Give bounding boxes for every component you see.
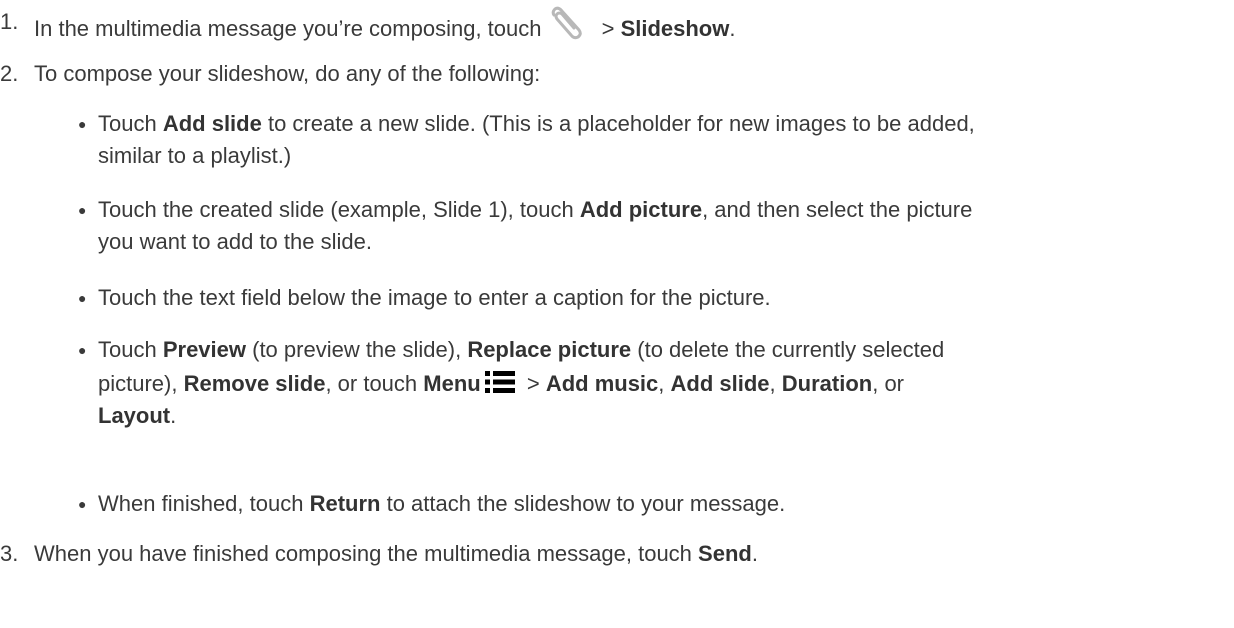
add-picture-label: Add picture [579,197,703,222]
step-2-text: To compose your slideshow, do any of the… [34,61,541,86]
bullet-line: Touch Preview (to preview the slide), Re… [98,334,1098,366]
text: Touch [98,337,163,362]
step-number: 3. [0,541,19,566]
step-number: 2. [0,61,19,86]
bullet-add-picture: ● Touch the created slide (example, Slid… [78,194,1098,258]
paperclip-icon [549,6,589,40]
bullet-dot: ● [78,496,87,512]
text: to attach the slideshow to your message. [380,491,786,516]
step-text: In the multimedia message you’re composi… [34,6,735,45]
text: When finished, touch [98,491,310,516]
bullet-line: you want to add to the slide. [98,229,372,254]
text: , [769,371,782,396]
text: (to delete the currently selected [631,337,945,362]
text: Touch the created slide (example, Slide … [98,197,580,222]
bullet-line: Layout. [98,400,1098,432]
text: , or [872,371,905,396]
gt-separator: > [520,371,546,396]
preview-label: Preview [162,337,246,362]
text: picture), [98,371,184,396]
duration-label: Duration [781,371,873,396]
bullet-caption: ● Touch the text field below the image t… [78,282,1098,314]
return-label: Return [309,491,381,516]
text: Touch [98,111,163,136]
bullet-preview: ● Touch Preview (to preview the slide), … [78,334,1098,432]
add-slide-label: Add slide [162,111,262,136]
bullet-dot: ● [78,342,87,358]
bullet-line: picture), Remove slide, or touch Menu > … [98,368,1098,400]
add-music-label: Add music [545,371,659,396]
bullet-line: When finished, touch Return to attach th… [98,488,1098,520]
add-slide-label: Add slide [670,371,770,396]
period: . [729,16,736,41]
text: (to preview the slide), [246,337,468,362]
remove-slide-label: Remove slide [183,371,326,396]
period: . [751,541,758,566]
period: . [170,403,177,428]
bullet-dot: ● [78,290,87,306]
text: , [658,371,671,396]
layout-label: Layout [98,403,171,428]
step-1-text: In the multimedia message you’re composi… [34,16,542,41]
bullet-return: ● When finished, touch Return to attach … [78,488,1098,520]
bullet-add-slide: ● Touch Add slide to create a new slide.… [78,108,1098,172]
text: When you have finished composing the mul… [34,541,699,566]
bullet-dot: ● [78,116,87,132]
text: , or touch [325,371,424,396]
bullet-line: Touch Add slide to create a new slide. (… [98,108,1098,140]
step-number: 1. [0,9,19,34]
text: , and then select the picture [702,197,973,222]
replace-picture-label: Replace picture [467,337,632,362]
slideshow-label: Slideshow [620,16,730,41]
step-3-text: When you have finished composing the mul… [34,538,758,570]
bullet-dot: ● [78,202,87,218]
menu-label: Menu [423,371,481,396]
bullet-line: Touch the created slide (example, Slide … [98,194,1098,226]
bullet-line: similar to a playlist.) [98,143,292,168]
bullet-line: Touch the text field below the image to … [98,285,771,310]
gt-separator: > [595,16,621,41]
text: to create a new slide. (This is a placeh… [261,111,975,136]
menu-icon [484,370,515,393]
send-label: Send [698,541,752,566]
